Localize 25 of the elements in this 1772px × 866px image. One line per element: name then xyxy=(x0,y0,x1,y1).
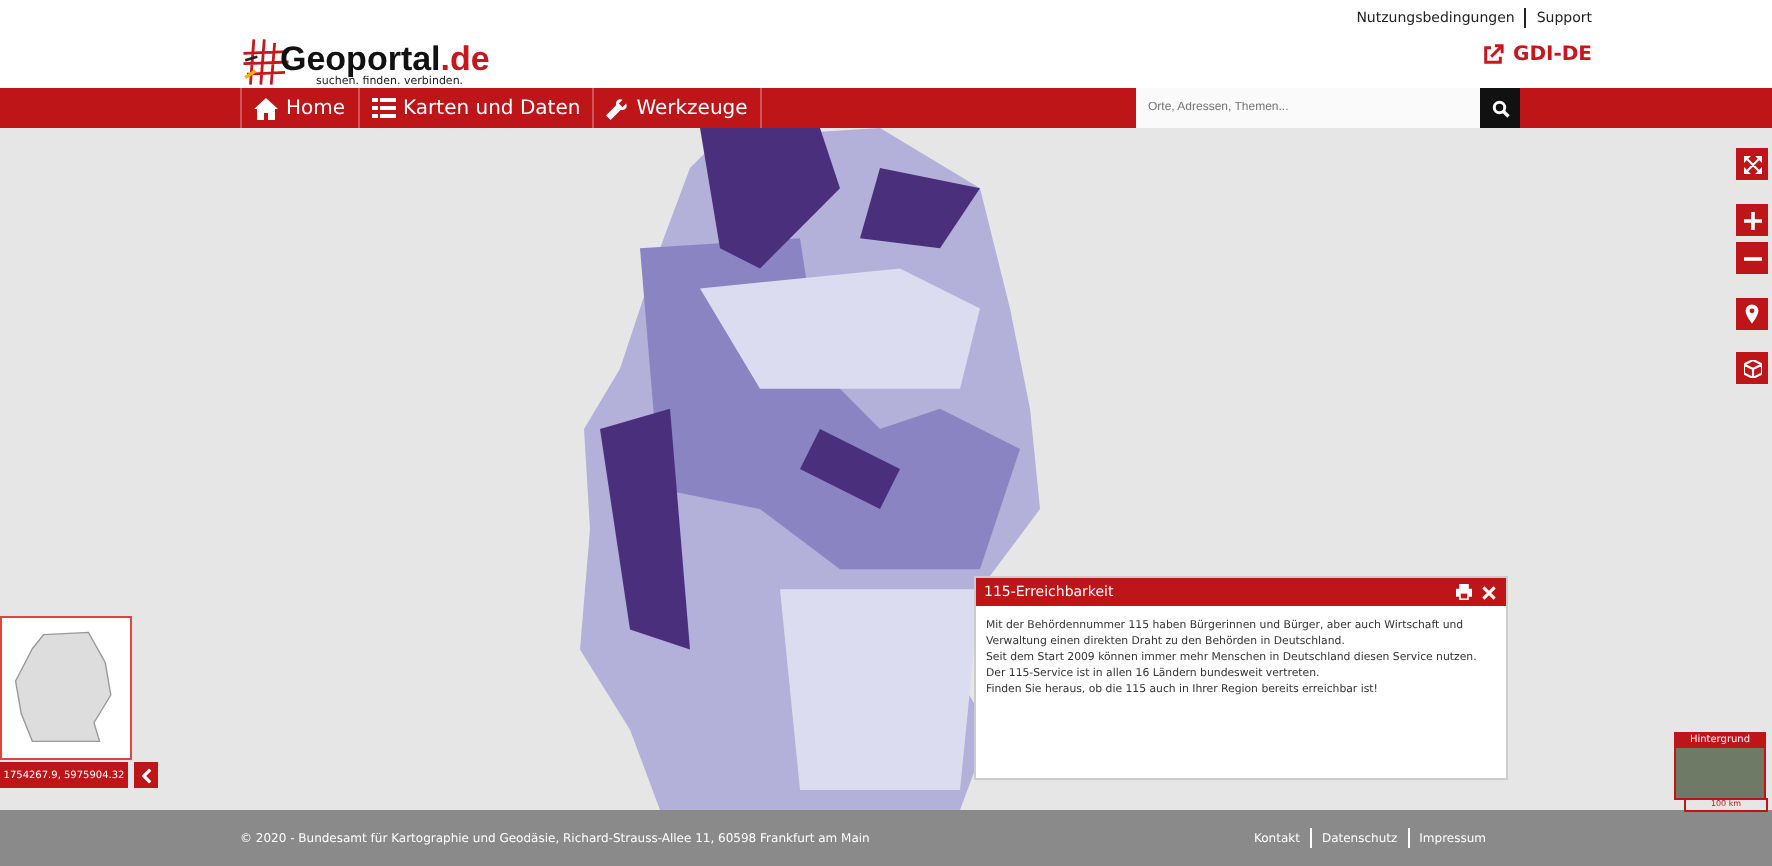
close-icon xyxy=(1482,585,1496,599)
plus-icon xyxy=(1743,211,1761,229)
map-background[interactable] xyxy=(0,128,1772,810)
printer-icon xyxy=(1456,584,1472,600)
fullscreen-button[interactable] xyxy=(1736,148,1768,180)
close-button[interactable] xyxy=(1480,585,1498,599)
satellite-thumbnail-placeholder xyxy=(1676,748,1764,798)
location-button[interactable] xyxy=(1736,298,1768,330)
home-icon xyxy=(254,97,278,119)
gdi-de-link[interactable]: GDI-DE xyxy=(1482,44,1592,66)
3d-view-button[interactable] xyxy=(1736,352,1768,384)
cube-icon xyxy=(1743,359,1761,377)
list-icon xyxy=(371,98,396,118)
map-pin-icon xyxy=(1744,304,1760,324)
chevron-left-icon xyxy=(141,767,151,783)
search-icon xyxy=(1491,99,1509,117)
print-button[interactable] xyxy=(1454,584,1474,600)
fullscreen-icon xyxy=(1743,155,1761,173)
overview-map[interactable] xyxy=(0,616,132,760)
collapse-button[interactable] xyxy=(134,762,158,788)
external-link-icon xyxy=(1482,44,1505,66)
zoom-in-button[interactable] xyxy=(1736,204,1768,236)
zoom-out-button[interactable] xyxy=(1736,242,1768,274)
wrench-icon xyxy=(606,97,629,119)
search-button[interactable] xyxy=(1480,88,1520,128)
